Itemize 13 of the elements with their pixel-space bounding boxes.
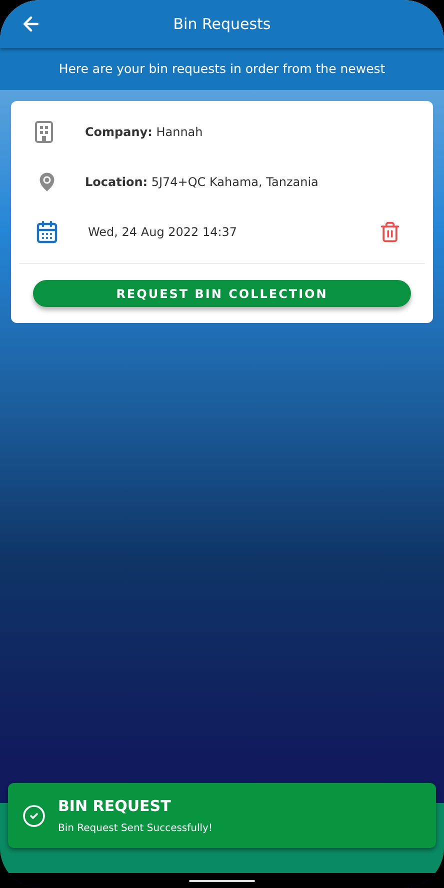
home-indicator xyxy=(189,880,255,882)
request-collection-button[interactable]: REQUEST BIN COLLECTION xyxy=(33,280,411,307)
page-title: Bin Requests xyxy=(173,14,271,35)
detail-text: Location: 5J74+QC Kahama, Tanzania xyxy=(85,174,318,191)
calendar-icon xyxy=(35,220,59,244)
delete-button[interactable] xyxy=(379,221,401,243)
subtitle: Here are your bin requests in order from the newest xyxy=(58,60,386,78)
building-icon xyxy=(35,121,53,143)
toast-message: Bin Request Sent Successfully! xyxy=(58,822,212,836)
detail-text: Wed, 24 Aug 2022 14:37 xyxy=(88,224,238,241)
check-circle-icon xyxy=(22,804,46,828)
toast-title: BIN REQUEST xyxy=(58,796,172,817)
detail-text: Company: Hannah xyxy=(85,124,203,141)
